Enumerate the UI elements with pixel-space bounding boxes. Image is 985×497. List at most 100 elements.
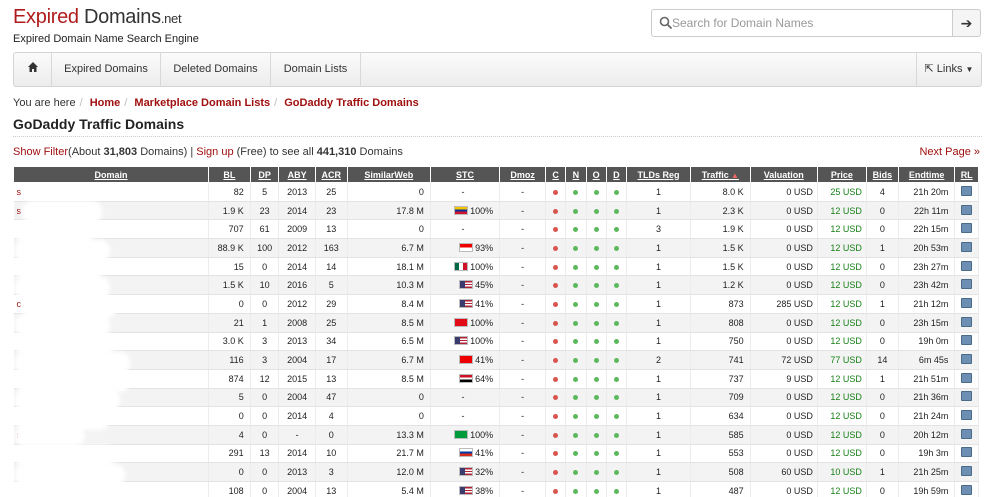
tld-status-d[interactable]	[606, 201, 628, 221]
related-links-cell[interactable]	[954, 425, 979, 445]
archive-crawl-cell[interactable]: 13	[315, 369, 348, 389]
home-button[interactable]	[14, 53, 52, 86]
price-cell[interactable]: 12 USD	[817, 219, 867, 240]
backlinks-cell[interactable]: 3.0 K	[208, 332, 251, 352]
backlinks-cell[interactable]: 1.9 K	[208, 201, 251, 221]
tld-status-c[interactable]	[545, 182, 567, 202]
tld-status-d[interactable]	[606, 388, 628, 408]
tld-status-n[interactable]	[565, 313, 587, 333]
col-header-endtime[interactable]: Endtime	[897, 166, 956, 183]
price-cell[interactable]: 25 USD	[817, 182, 867, 202]
archive-crawl-cell[interactable]: 10	[315, 444, 348, 464]
price-cell[interactable]: 77 USD	[817, 350, 867, 370]
valuation-cell[interactable]: 0 USD	[750, 238, 818, 258]
price-cell[interactable]: 12 USD	[817, 275, 867, 296]
related-links-cell[interactable]	[954, 201, 979, 221]
tld-status-n[interactable]	[565, 425, 587, 445]
backlinks-cell[interactable]: 108	[208, 481, 251, 497]
valuation-cell[interactable]: 60 USD	[750, 462, 818, 482]
tld-status-o[interactable]	[586, 275, 607, 296]
registrar-link-icon[interactable]	[961, 447, 973, 458]
tld-status-c[interactable]	[545, 481, 567, 497]
domain-pop-cell[interactable]: 0	[250, 406, 280, 426]
archive-birth-year-cell[interactable]: 2015	[278, 369, 316, 389]
tld-status-n[interactable]	[565, 275, 587, 296]
price-cell[interactable]: 12 USD	[817, 406, 867, 426]
tlds-registered-cell[interactable]: 1	[626, 462, 691, 482]
archive-birth-year-cell[interactable]: 2013	[278, 182, 316, 202]
related-links-cell[interactable]	[954, 332, 979, 352]
tld-status-d[interactable]	[606, 182, 628, 202]
tld-status-o[interactable]	[586, 219, 607, 240]
price-cell[interactable]: 12 USD	[817, 369, 867, 389]
backlinks-cell[interactable]: 21	[208, 313, 251, 333]
price-cell[interactable]: 12 USD	[817, 481, 867, 497]
tld-status-o[interactable]	[586, 462, 607, 482]
valuation-cell[interactable]: 285 USD	[750, 294, 818, 314]
tlds-registered-cell[interactable]: 1	[626, 332, 691, 352]
tld-status-d[interactable]	[606, 462, 628, 482]
domain-pop-cell[interactable]: 12	[250, 369, 280, 389]
archive-crawl-cell[interactable]: 47	[315, 388, 348, 408]
registrar-link-icon[interactable]	[961, 223, 973, 234]
archive-birth-year-cell[interactable]: 2012	[278, 238, 316, 258]
domain-pop-cell[interactable]: 0	[250, 481, 280, 497]
col-header-o[interactable]: O	[585, 166, 607, 183]
tld-status-d[interactable]	[606, 369, 628, 389]
archive-birth-year-cell[interactable]: 2009	[278, 219, 316, 240]
tld-status-c[interactable]	[545, 238, 567, 258]
tlds-registered-cell[interactable]: 3	[626, 219, 691, 240]
archive-birth-year-cell[interactable]: 2013	[278, 462, 316, 482]
tlds-registered-cell[interactable]: 1	[626, 425, 691, 445]
registrar-link-icon[interactable]	[961, 354, 973, 365]
related-links-cell[interactable]	[954, 388, 979, 408]
site-logo[interactable]: Expired Domains.net Expired Domain Name …	[13, 6, 199, 45]
tld-status-c[interactable]	[545, 369, 567, 389]
tld-status-c[interactable]	[545, 201, 567, 221]
domain-pop-cell[interactable]: 3	[250, 332, 280, 352]
tld-status-d[interactable]	[606, 219, 628, 240]
col-header-n[interactable]: N	[565, 166, 587, 183]
tld-status-n[interactable]	[565, 257, 587, 277]
valuation-cell[interactable]: 0 USD	[750, 406, 818, 426]
tld-status-c[interactable]	[545, 313, 567, 333]
price-cell[interactable]: 12 USD	[817, 257, 867, 277]
backlinks-cell[interactable]: 15	[208, 257, 251, 277]
col-header-dp[interactable]: DP	[249, 166, 280, 183]
tld-status-n[interactable]	[565, 294, 587, 314]
price-cell[interactable]: 12 USD	[817, 294, 867, 314]
tld-status-n[interactable]	[565, 481, 587, 497]
nav-deleted-domains[interactable]: Deleted Domains	[161, 53, 271, 86]
registrar-link-icon[interactable]	[961, 279, 973, 290]
tld-status-d[interactable]	[606, 238, 628, 258]
price-cell[interactable]: 12 USD	[817, 238, 867, 258]
tld-status-d[interactable]	[606, 275, 628, 296]
related-links-cell[interactable]	[954, 444, 979, 464]
show-filter-link[interactable]: Show Filter	[13, 146, 68, 158]
price-cell[interactable]: 12 USD	[817, 388, 867, 408]
backlinks-cell[interactable]: 1.5 K	[208, 275, 251, 296]
registrar-link-icon[interactable]	[961, 372, 973, 383]
col-header-domain[interactable]: Domain	[12, 166, 210, 183]
registrar-link-icon[interactable]	[961, 335, 973, 346]
valuation-cell[interactable]: 0 USD	[750, 388, 818, 408]
tld-status-c[interactable]	[545, 275, 567, 296]
related-links-cell[interactable]	[954, 219, 979, 240]
tld-status-c[interactable]	[545, 294, 567, 314]
tld-status-c[interactable]	[545, 388, 567, 408]
domain-pop-cell[interactable]: 0	[250, 257, 280, 277]
backlinks-cell[interactable]: 116	[208, 350, 251, 370]
archive-birth-year-cell[interactable]: 2014	[278, 444, 316, 464]
archive-birth-year-cell[interactable]: 2004	[278, 481, 316, 497]
archive-birth-year-cell[interactable]: 2013	[278, 332, 316, 352]
col-header-stc[interactable]: STC	[429, 166, 501, 183]
backlinks-cell[interactable]: 0	[208, 294, 251, 314]
backlinks-cell[interactable]: 874	[208, 369, 251, 389]
domain-pop-cell[interactable]: 3	[250, 350, 280, 370]
breadcrumb-current[interactable]: GoDaddy Traffic Domains	[284, 97, 418, 109]
domain-cell[interactable]: s	[13, 182, 210, 202]
related-links-cell[interactable]	[954, 313, 979, 333]
tld-status-c[interactable]	[545, 350, 567, 370]
archive-crawl-cell[interactable]: 4	[315, 406, 348, 426]
nav-domain-lists[interactable]: Domain Lists	[271, 53, 361, 86]
